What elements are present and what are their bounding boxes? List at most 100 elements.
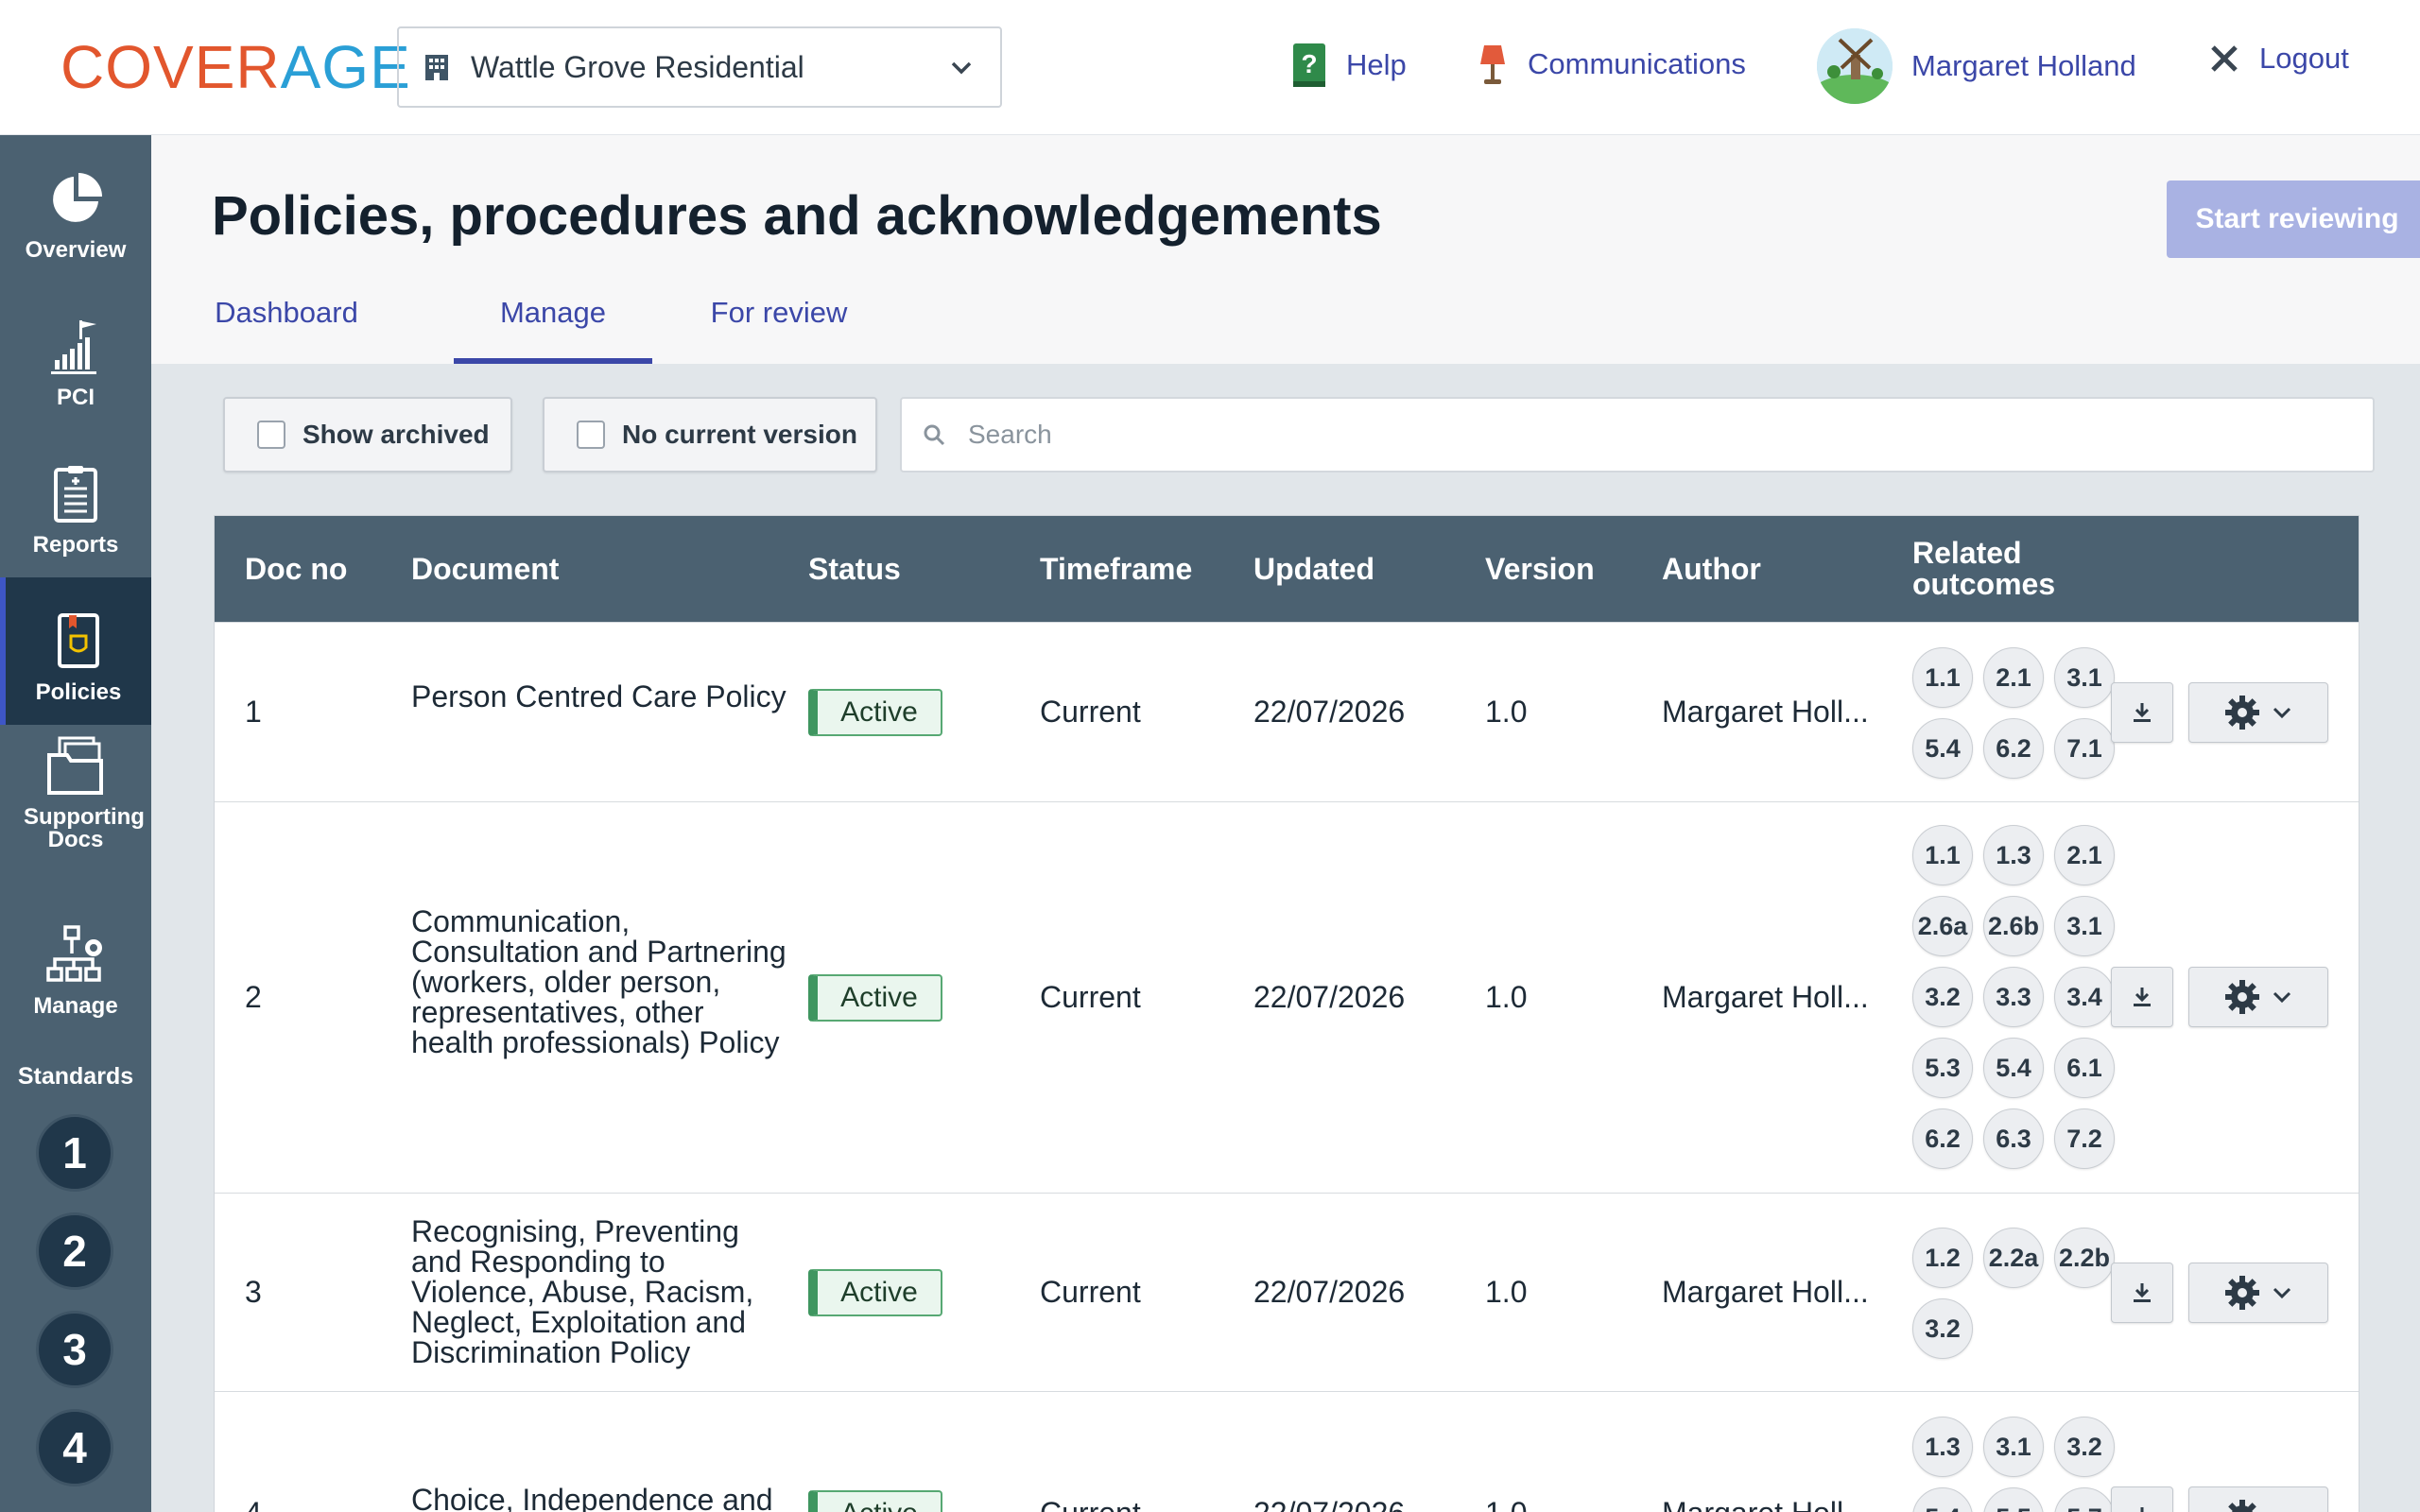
show-archived-checkbox[interactable]: [257, 421, 285, 449]
updated-date: 22/07/2026: [1253, 695, 1406, 729]
show-archived-toggle[interactable]: Show archived: [223, 397, 512, 472]
standard-1-button[interactable]: 1: [36, 1114, 113, 1192]
outcome-chip[interactable]: 6.3: [1983, 1108, 2044, 1169]
outcome-chip[interactable]: 2.6b: [1983, 896, 2044, 956]
policies-table: Doc no Document Status Timeframe Updated…: [214, 515, 2360, 1512]
outcome-chip[interactable]: 3.3: [1983, 967, 2044, 1027]
policy-book-icon: [58, 613, 99, 668]
table-row[interactable]: 4 Choice, Independence and Active Curren…: [215, 1391, 2359, 1512]
tab-manage[interactable]: Manage: [454, 296, 652, 364]
row-settings-button[interactable]: [2188, 1263, 2328, 1323]
communications-link[interactable]: Communications: [1477, 42, 1746, 87]
outcome-chip[interactable]: 1.2: [1912, 1228, 1973, 1288]
outcome-chip[interactable]: 5.3: [1912, 1038, 1973, 1098]
col-related-outcomes[interactable]: Related outcomes: [1912, 516, 2083, 622]
status-badge: Active: [808, 1490, 942, 1512]
outcome-chip[interactable]: 1.1: [1912, 647, 1973, 708]
standard-4-button[interactable]: 4: [36, 1409, 113, 1486]
outcome-chip[interactable]: 2.1: [1983, 647, 2044, 708]
table-row[interactable]: 1 Person Centred Care Policy Active Curr…: [215, 622, 2359, 801]
document-title[interactable]: Person Centred Care Policy: [411, 681, 789, 712]
no-current-version-checkbox[interactable]: [577, 421, 605, 449]
outcome-chip[interactable]: 7.2: [2054, 1108, 2115, 1169]
outcome-chip[interactable]: 5.4: [1912, 1487, 1973, 1512]
timeframe: Current: [1040, 1496, 1141, 1512]
updated-date: 22/07/2026: [1253, 980, 1406, 1014]
outcome-chip[interactable]: 2.2a: [1983, 1228, 2044, 1288]
chevron-down-icon: [951, 61, 972, 75]
outcome-chip[interactable]: 3.1: [2054, 896, 2115, 956]
sidebar-item-reports[interactable]: Reports: [0, 430, 151, 577]
sidebar-item-supporting-docs[interactable]: Supporting Docs: [0, 725, 151, 872]
col-author[interactable]: Author: [1662, 516, 1761, 622]
timeframe: Current: [1040, 1275, 1141, 1309]
status-badge: Active: [808, 689, 942, 736]
outcome-chip[interactable]: 1.3: [1912, 1417, 1973, 1477]
outcome-chip[interactable]: 3.2: [2054, 1417, 2115, 1477]
col-document[interactable]: Document: [411, 516, 559, 622]
download-button[interactable]: [2111, 682, 2173, 743]
col-updated[interactable]: Updated: [1253, 516, 1374, 622]
download-button[interactable]: [2111, 967, 2173, 1027]
outcome-chip[interactable]: 1.1: [1912, 825, 1973, 885]
sidebar-item-label: Reports: [32, 532, 119, 558]
col-timeframe[interactable]: Timeframe: [1040, 516, 1192, 622]
search-input[interactable]: [968, 420, 2291, 450]
row-settings-button[interactable]: [2188, 1486, 2328, 1512]
no-current-version-toggle[interactable]: No current version: [543, 397, 877, 472]
document-title[interactable]: Communication, Consultation and Partneri…: [411, 906, 789, 1057]
top-bar: COVERAGE Wattle Grove Residential ? Help…: [0, 0, 2420, 135]
chevron-down-icon: [2273, 991, 2291, 1004]
outcome-chip[interactable]: 7.1: [2054, 718, 2115, 779]
col-doc-no[interactable]: Doc no: [245, 516, 347, 622]
doc-no: 2: [245, 980, 262, 1014]
standard-3-button[interactable]: 3: [36, 1311, 113, 1388]
outcome-chip[interactable]: 5.4: [1983, 1038, 2044, 1098]
gear-icon: [2225, 1276, 2259, 1310]
outcome-chip[interactable]: 1.3: [1983, 825, 2044, 885]
start-reviewing-button[interactable]: Start reviewing: [2167, 180, 2420, 258]
outcome-chip[interactable]: 3.1: [2054, 647, 2115, 708]
sidebar-item-label: Manage: [33, 993, 118, 1019]
outcome-chip[interactable]: 6.2: [1983, 718, 2044, 779]
author: Margaret Holl...: [1662, 980, 1869, 1014]
outcome-chip[interactable]: 2.1: [2054, 825, 2115, 885]
search-box[interactable]: [900, 397, 2375, 472]
outcome-chip[interactable]: 2.2b: [2054, 1228, 2115, 1288]
sidebar-item-manage[interactable]: Manage: [0, 891, 151, 1039]
download-button[interactable]: [2111, 1263, 2173, 1323]
outcome-chip[interactable]: 3.4: [2054, 967, 2115, 1027]
version: 1.0: [1485, 980, 1528, 1014]
outcome-chip[interactable]: 2.6a: [1912, 896, 1973, 956]
col-version[interactable]: Version: [1485, 516, 1595, 622]
coverage-logo[interactable]: COVERAGE: [60, 32, 411, 102]
outcome-chip[interactable]: 3.2: [1912, 1298, 1973, 1359]
outcome-chip[interactable]: 6.2: [1912, 1108, 1973, 1169]
outcome-chip[interactable]: 5.4: [1912, 718, 1973, 779]
row-settings-button[interactable]: [2188, 682, 2328, 743]
outcome-chip[interactable]: 3.2: [1912, 967, 1973, 1027]
outcome-chip[interactable]: 6.1: [2054, 1038, 2115, 1098]
outcome-chip[interactable]: 5.7: [2054, 1487, 2115, 1512]
user-menu[interactable]: Margaret Holland: [1817, 28, 2136, 104]
standard-2-button[interactable]: 2: [36, 1212, 113, 1290]
help-link[interactable]: ? Help: [1291, 42, 1407, 89]
document-title[interactable]: Recognising, Preventing and Responding t…: [411, 1216, 789, 1367]
lamp-icon: [1480, 45, 1505, 84]
download-button[interactable]: [2111, 1486, 2173, 1512]
timeframe: Current: [1040, 695, 1141, 729]
sidebar-item-overview[interactable]: Overview: [0, 135, 151, 283]
tab-dashboard[interactable]: Dashboard: [212, 296, 361, 364]
tab-for-review[interactable]: For review: [694, 296, 864, 364]
document-title[interactable]: Choice, Independence and: [411, 1485, 789, 1512]
facility-selector[interactable]: Wattle Grove Residential: [397, 26, 1002, 108]
table-row[interactable]: 3 Recognising, Preventing and Responding…: [215, 1193, 2359, 1391]
table-row[interactable]: 2 Communication, Consultation and Partne…: [215, 801, 2359, 1193]
col-status[interactable]: Status: [808, 516, 901, 622]
outcome-chip[interactable]: 5.5: [1983, 1487, 2044, 1512]
row-settings-button[interactable]: [2188, 967, 2328, 1027]
outcome-chip[interactable]: 3.1: [1983, 1417, 2044, 1477]
sidebar-item-pci[interactable]: PCI: [0, 283, 151, 430]
sidebar-item-policies[interactable]: Policies: [0, 577, 151, 725]
logout-link[interactable]: Logout: [2208, 42, 2349, 76]
